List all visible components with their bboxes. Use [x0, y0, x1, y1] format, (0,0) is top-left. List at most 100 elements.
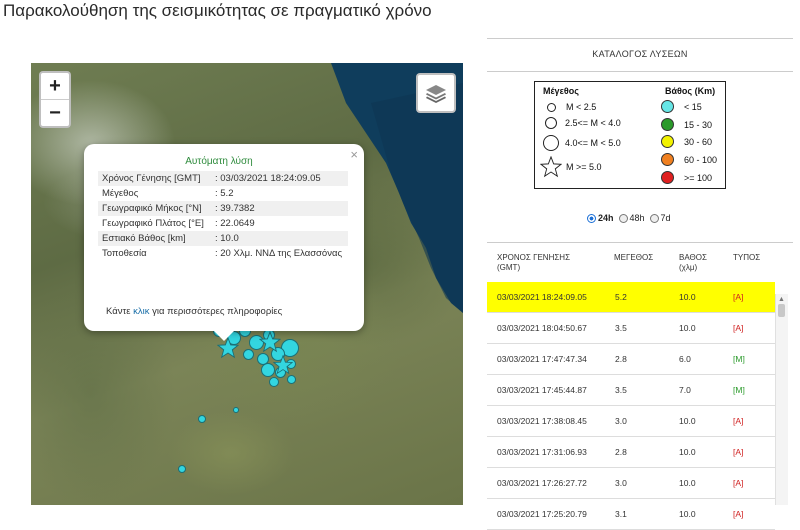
header-magnitude: ΜΕΓΕΘΟΣ — [614, 253, 654, 262]
cell-time: 03/03/2021 17:31:06.93 — [497, 447, 587, 457]
cell-depth: 10.0 — [679, 509, 696, 519]
legend-depth-label: < 15 — [684, 101, 702, 112]
popup-value: : 39.7382 — [211, 201, 348, 216]
popup-label: Γεωγραφικό Μήκος [°N] — [98, 201, 211, 216]
cell-type: [A] — [733, 509, 744, 519]
popup-value: : 10.0 — [211, 231, 348, 246]
legend-depth-row: 15 - 30 — [661, 118, 712, 131]
radio-48h-label: 48h — [629, 213, 645, 223]
zoom-out-button[interactable]: − — [41, 99, 69, 126]
cell-magnitude: 2.8 — [615, 354, 627, 364]
radio-7d[interactable] — [649, 213, 659, 223]
legend-depth-row: < 15 — [661, 100, 702, 113]
cell-magnitude: 3.1 — [615, 509, 627, 519]
cell-magnitude: 3.5 — [615, 385, 627, 395]
popup-label: Μέγεθος — [102, 188, 139, 199]
radio-48h[interactable] — [618, 213, 628, 223]
star-icon — [540, 156, 562, 178]
cell-type: [M] — [733, 385, 745, 395]
catalog-title: ΚΑΤΑΛΟΓΟΣ ΛΥΣΕΩΝ — [487, 38, 793, 72]
layers-button[interactable] — [416, 73, 456, 113]
more-info-link[interactable]: κλικ — [133, 306, 149, 317]
popup-title: Αυτόματη λύση — [185, 156, 253, 167]
table-row[interactable]: 03/03/2021 17:25:20.79 3.1 10.0 [A] — [487, 499, 775, 530]
table-row[interactable]: 03/03/2021 17:45:44.87 3.5 7.0 [M] — [487, 375, 775, 406]
map[interactable]: + − × Αυτόματη λύση Χρόνος Γένησης [GMT]… — [31, 63, 463, 505]
cell-time: 03/03/2021 17:25:20.79 — [497, 509, 587, 519]
more-prefix: Κάντε — [106, 306, 134, 317]
cell-magnitude: 2.8 — [615, 447, 627, 457]
radio-24h[interactable] — [587, 213, 596, 223]
cell-time: 03/03/2021 18:04:50.67 — [497, 323, 587, 333]
popup-row: Γεωγραφικό Πλάτος [°E]: 22.0649 — [98, 216, 348, 231]
popup-label: Τοποθεσία — [102, 248, 147, 259]
earthquake-marker[interactable] — [233, 407, 239, 413]
earthquake-list: 03/03/2021 18:24:09.05 5.2 10.0 [A] 03/0… — [487, 282, 775, 530]
table-row[interactable]: 03/03/2021 17:26:27.72 3.0 10.0 [A] — [487, 468, 775, 499]
more-suffix: για περισσότερες πληροφορίες — [149, 306, 283, 317]
earthquake-marker[interactable] — [269, 377, 279, 387]
header-type: ΤΥΠΟΣ — [733, 253, 761, 262]
cell-type: [A] — [733, 416, 744, 426]
popup-label: Εστιακό Βάθος [km] — [98, 231, 211, 246]
radio-24h-label: 24h — [598, 213, 614, 223]
earthquake-marker[interactable] — [287, 375, 296, 384]
legend-magnitude-label: M < 2.5 — [566, 102, 597, 112]
page-title: Παρακολούθηση της σεισμικότητας σε πραγμ… — [3, 1, 432, 20]
legend-magnitude-header: Μέγεθος — [543, 86, 579, 96]
table-row[interactable]: 03/03/2021 18:04:50.67 3.5 10.0 [A] — [487, 313, 775, 344]
radio-7d-label: 7d — [660, 213, 671, 223]
cell-type: [M] — [733, 354, 745, 364]
popup-details-table: Χρόνος Γένησης [GMT]: 03/03/2021 18:24:0… — [98, 171, 348, 261]
cell-depth: 10.0 — [679, 447, 696, 457]
depth-color-icon — [661, 135, 674, 148]
cell-magnitude: 3.0 — [615, 478, 627, 488]
earthquake-marker[interactable] — [243, 349, 254, 360]
cell-depth: 7.0 — [679, 385, 691, 395]
popup-more-info: Κάντε κλικ για περισσότερες πληροφορίες — [106, 306, 282, 317]
popup-row: Χρόνος Γένησης [GMT]: 03/03/2021 18:24:0… — [98, 171, 348, 186]
legend-magnitude-row: M < 2.5 — [547, 102, 596, 112]
table-row[interactable]: 03/03/2021 17:47:47.34 2.8 6.0 [M] — [487, 344, 775, 375]
cell-magnitude: 5.2 — [615, 292, 627, 302]
scroll-thumb[interactable] — [778, 304, 785, 317]
cell-time: 03/03/2021 17:26:27.72 — [497, 478, 587, 488]
legend-depth-row: >= 100 — [661, 171, 712, 184]
table-row[interactable]: 03/03/2021 17:38:08.45 3.0 10.0 [A] — [487, 406, 775, 437]
popup-value: : 22.0649 — [215, 218, 255, 229]
cell-type: [A] — [733, 447, 744, 457]
circle-large-icon — [543, 135, 559, 151]
depth-color-icon — [661, 118, 674, 131]
earthquake-star-marker[interactable] — [273, 355, 293, 375]
cell-type: [A] — [733, 292, 744, 302]
period-selector: 24h 48h 7d — [587, 213, 674, 223]
popup-row: Γεωγραφικό Μήκος [°N]: 39.7382 — [98, 201, 348, 216]
table-scrollbar[interactable]: ▲ — [775, 294, 788, 505]
earthquake-marker[interactable] — [198, 415, 206, 423]
zoom-control: + − — [39, 71, 71, 128]
scroll-up-icon[interactable]: ▲ — [778, 296, 785, 303]
legend-depth-row: 30 - 60 — [661, 135, 712, 148]
cell-depth: 10.0 — [679, 478, 696, 488]
zoom-in-button[interactable]: + — [41, 73, 69, 99]
popup-value: : 5.2 — [215, 188, 234, 199]
cell-depth: 10.0 — [679, 292, 696, 302]
earthquake-marker[interactable] — [178, 465, 186, 473]
cell-depth: 10.0 — [679, 323, 696, 333]
earthquake-star-marker[interactable] — [259, 331, 281, 353]
cell-time: 03/03/2021 17:47:47.34 — [497, 354, 587, 364]
legend-magnitude-row: 4.0<= M < 5.0 — [543, 135, 621, 151]
popup-row: Τοποθεσία: 20 Χλμ. ΝΝΔ της Ελασσόνας — [98, 246, 348, 261]
depth-color-icon — [661, 153, 674, 166]
cell-time: 03/03/2021 17:38:08.45 — [497, 416, 587, 426]
popup-row: Μέγεθος : 5.2 — [98, 186, 348, 201]
cell-time: 03/03/2021 17:45:44.87 — [497, 385, 587, 395]
earthquake-popup: × Αυτόματη λύση Χρόνος Γένησης [GMT]: 03… — [84, 144, 364, 341]
table-row[interactable]: 03/03/2021 18:24:09.05 5.2 10.0 [A] — [487, 282, 775, 313]
cell-time: 03/03/2021 18:24:09.05 — [497, 292, 587, 302]
table-row[interactable]: 03/03/2021 17:31:06.93 2.8 10.0 [A] — [487, 437, 775, 468]
cell-magnitude: 3.5 — [615, 323, 627, 333]
cell-depth: 10.0 — [679, 416, 696, 426]
depth-color-icon — [661, 100, 674, 113]
header-time: ΧΡΟΝΟΣ ΓΕΝΗΣΗΣ (GMT) — [497, 253, 571, 272]
